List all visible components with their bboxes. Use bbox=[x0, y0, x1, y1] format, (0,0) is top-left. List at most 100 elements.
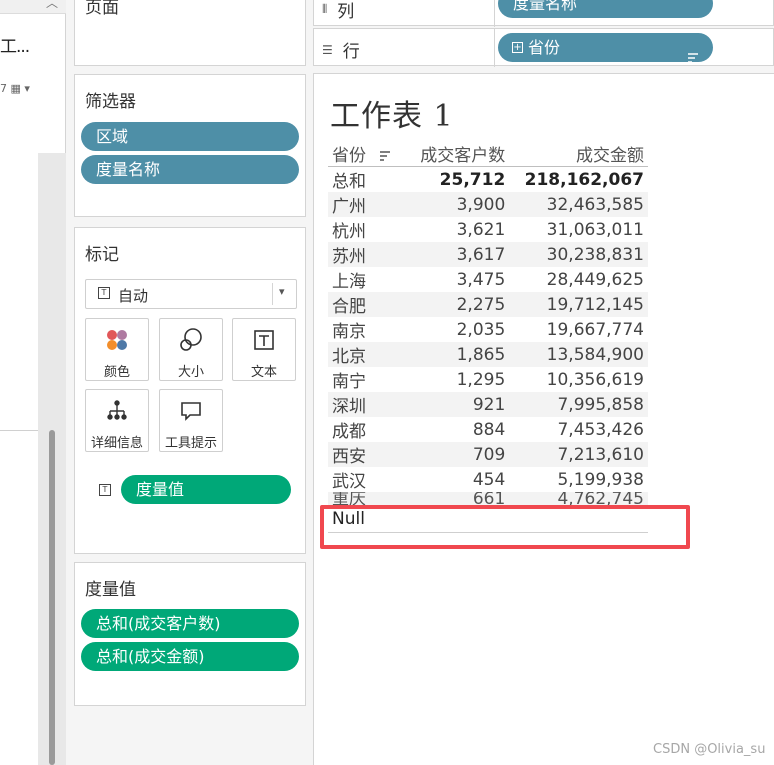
sort-descending-icon[interactable] bbox=[687, 43, 699, 72]
rows-shelf-label: ☰ 行 bbox=[322, 37, 360, 62]
cell-amount: 13,584,900 bbox=[509, 342, 648, 367]
cell-customer-count: 3,475 bbox=[456, 269, 506, 290]
expand-plus-icon[interactable]: + bbox=[512, 42, 523, 53]
cell-amount: 5,199,938 bbox=[557, 469, 644, 490]
table-row[interactable]: 西安 709 7,213,610 bbox=[328, 442, 648, 467]
cell-customer-count: 1,865 bbox=[408, 342, 510, 367]
marks-card[interactable]: 标记 T 自动 ▾ 颜色 大小 文本 详细信息 工具提示 T 度量值 bbox=[74, 227, 306, 554]
cell-customer-count: 3,900 bbox=[408, 192, 510, 217]
cell-null: Null bbox=[328, 506, 408, 533]
columns-pill-label: 度量名称 bbox=[513, 0, 578, 13]
cell-customer-count: 454 bbox=[472, 469, 506, 490]
cell-province: 深圳 bbox=[328, 392, 408, 417]
panel-divider bbox=[0, 430, 38, 431]
table-row[interactable]: 杭州 3,621 31,063,011 bbox=[328, 217, 648, 243]
header-province-label: 省份 bbox=[332, 146, 366, 166]
cell-province: 成都 bbox=[332, 422, 366, 442]
cell-amount: 10,356,619 bbox=[546, 369, 644, 390]
rows-shelf[interactable]: ☰ 行 + 省份 bbox=[313, 28, 774, 67]
text-mark-icon: T bbox=[98, 287, 110, 299]
table-row[interactable]: 上海 3,475 28,449,625 bbox=[328, 267, 648, 293]
data-panel: ︿ 工... 7 ▦ ▾ bbox=[0, 0, 66, 765]
columns-label-text: 列 bbox=[337, 2, 355, 22]
table-row[interactable]: 合肥 2,275 19,712,145 bbox=[328, 292, 648, 317]
header-province[interactable]: 省份 bbox=[328, 141, 408, 167]
measure-values-text-pill[interactable]: 度量值 bbox=[121, 475, 291, 504]
cell-amount: 30,238,831 bbox=[509, 242, 648, 267]
rows-pill-label: 省份 bbox=[528, 38, 561, 57]
text-label: 文本 bbox=[250, 365, 277, 380]
color-icon bbox=[86, 327, 148, 353]
cell-province: 合肥 bbox=[328, 292, 408, 317]
worksheet-title[interactable]: 工作表 1 bbox=[330, 91, 454, 135]
color-button[interactable]: 颜色 bbox=[85, 318, 149, 381]
cell-province: 北京 bbox=[328, 342, 408, 367]
chevron-down-icon[interactable]: ▾ bbox=[279, 285, 285, 298]
sort-descending-icon[interactable] bbox=[379, 146, 391, 166]
cell-customer-count: 2,275 bbox=[408, 292, 510, 317]
tooltip-label: 工具提示 bbox=[164, 436, 217, 451]
columns-icon: ⦀ bbox=[322, 2, 328, 16]
cell-province: 广州 bbox=[328, 192, 408, 217]
measure-values-card[interactable]: 度量值 总和(成交客户数) 总和(成交金额) bbox=[74, 562, 306, 706]
table-row[interactable]: 南宁 1,295 10,356,619 bbox=[328, 367, 648, 393]
mark-type-select[interactable]: T 自动 ▾ bbox=[85, 279, 297, 309]
cell-province: 西安 bbox=[328, 442, 408, 467]
table-row[interactable]: 广州 3,900 32,463,585 bbox=[328, 192, 648, 217]
cell-province: 南京 bbox=[332, 322, 366, 342]
table-row[interactable]: 苏州 3,617 30,238,831 bbox=[328, 242, 648, 267]
size-button[interactable]: 大小 bbox=[159, 318, 223, 381]
cell-amount: 28,449,625 bbox=[546, 269, 644, 290]
tooltip-button[interactable]: 工具提示 bbox=[159, 389, 223, 452]
cell-province: 武汉 bbox=[332, 472, 366, 492]
detail-button[interactable]: 详细信息 bbox=[85, 389, 149, 452]
chevron-up-icon[interactable]: ︿ bbox=[46, 0, 58, 11]
cell-amount: 19,712,145 bbox=[509, 292, 648, 317]
filters-title: 筛选器 bbox=[85, 92, 136, 112]
rows-pill-province[interactable]: + 省份 bbox=[498, 33, 713, 63]
panel-header-strip: ︿ bbox=[0, 0, 66, 14]
rows-icon: ☰ bbox=[322, 42, 333, 57]
detail-icon bbox=[86, 398, 148, 424]
cell-customer-count: 884 bbox=[472, 419, 506, 440]
table-row[interactable]: 重庆 661 4,762,745 bbox=[328, 492, 648, 506]
filter-pill-region[interactable]: 区域 bbox=[81, 122, 299, 151]
shelf-separator bbox=[494, 0, 495, 27]
table-row[interactable]: 武汉 454 5,199,938 bbox=[328, 467, 648, 493]
worksheet-view[interactable]: 工作表 1 省份 成交客户数 成交金额 总和 25,712 218,162,06… bbox=[313, 73, 774, 765]
table-row[interactable]: 南京 2,035 19,667,774 bbox=[328, 317, 648, 343]
cell-amount: 7,213,610 bbox=[509, 442, 648, 467]
total-label: 总和 bbox=[332, 172, 366, 192]
measure-pill-sum-amount[interactable]: 总和(成交金额) bbox=[81, 642, 299, 671]
detail-label: 详细信息 bbox=[90, 436, 143, 451]
columns-pill-measure-names[interactable]: 度量名称 bbox=[498, 0, 713, 18]
datasource-label[interactable]: 工... bbox=[0, 32, 30, 57]
filters-card[interactable]: 筛选器 区域 度量名称 bbox=[74, 74, 306, 217]
text-button[interactable]: 文本 bbox=[232, 318, 296, 381]
cell-province: 苏州 bbox=[328, 242, 408, 267]
cell-amount: 31,063,011 bbox=[546, 219, 644, 240]
select-separator bbox=[272, 283, 273, 305]
rows-label-text: 行 bbox=[342, 42, 360, 62]
cell-customer-count: 3,621 bbox=[456, 219, 506, 240]
table-row[interactable]: 北京 1,865 13,584,900 bbox=[328, 342, 648, 367]
table-row[interactable]: 成都 884 7,453,426 bbox=[328, 417, 648, 443]
measure-pill-sum-customers[interactable]: 总和(成交客户数) bbox=[81, 609, 299, 638]
cell-province: 杭州 bbox=[332, 222, 366, 242]
cell-customer-count: 921 bbox=[408, 392, 510, 417]
filter-pill-measure-names[interactable]: 度量名称 bbox=[81, 155, 299, 184]
cell-null-amount bbox=[509, 506, 648, 533]
header-customer-count[interactable]: 成交客户数 bbox=[408, 141, 510, 167]
null-row[interactable]: Null bbox=[328, 506, 648, 533]
total-row[interactable]: 总和 25,712 218,162,067 bbox=[328, 167, 648, 193]
table-row[interactable]: 深圳 921 7,995,858 bbox=[328, 392, 648, 417]
marks-title: 标记 bbox=[85, 245, 119, 265]
watermark: CSDN @Olivia_su bbox=[653, 742, 766, 757]
panel-tools[interactable]: 7 ▦ ▾ bbox=[0, 82, 30, 95]
cell-customer-count: 2,035 bbox=[456, 319, 506, 340]
scrollbar-thumb[interactable] bbox=[49, 430, 55, 765]
pages-card[interactable]: 页面 bbox=[74, 0, 306, 66]
columns-shelf[interactable]: ⦀ 列 度量名称 bbox=[313, 0, 774, 27]
shelf-separator bbox=[494, 29, 495, 67]
header-amount[interactable]: 成交金额 bbox=[509, 141, 648, 167]
